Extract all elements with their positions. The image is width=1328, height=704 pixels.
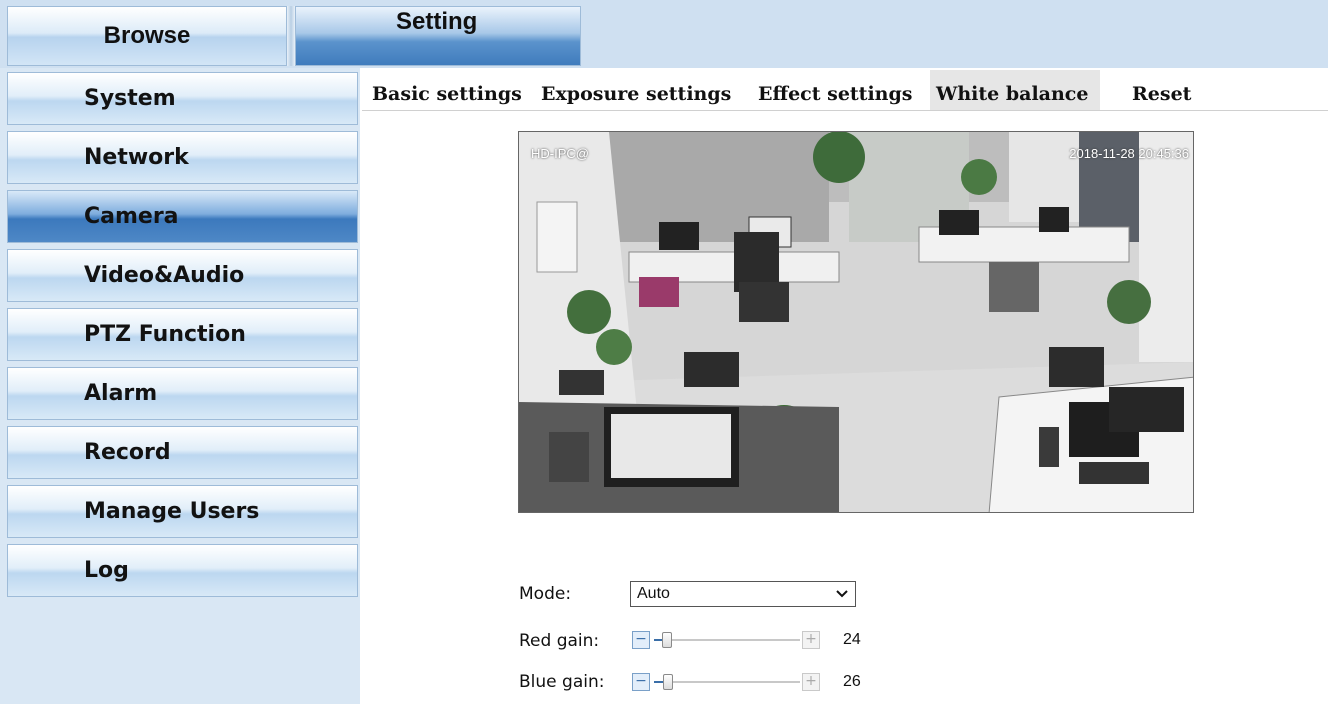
red-gain-value: 24 xyxy=(843,631,861,648)
red-gain-fill xyxy=(654,639,662,641)
blue-gain-decrease-button[interactable]: − xyxy=(632,673,650,691)
sidebar-item-manage-users[interactable]: Manage Users xyxy=(7,485,358,538)
sidebar-item-ptz-function[interactable]: PTZ Function xyxy=(7,308,358,361)
video-preview[interactable]: HD-IPC@ 2018-11-28 20:45:36 xyxy=(518,131,1194,513)
blue-gain-track[interactable] xyxy=(654,674,800,690)
minus-icon: − xyxy=(635,631,647,647)
tab-effect-settings[interactable]: Effect settings xyxy=(758,70,912,110)
sidebar-item-alarm[interactable]: Alarm xyxy=(7,367,358,420)
blue-gain-slider[interactable]: − + xyxy=(632,671,822,693)
camera-sub-tabs: Basic settings Exposure settings Effect … xyxy=(362,70,1328,111)
sidebar-item-system[interactable]: System xyxy=(7,72,358,125)
red-gain-thumb[interactable] xyxy=(662,632,672,648)
red-gain-track[interactable] xyxy=(654,632,800,648)
red-gain-decrease-button[interactable]: − xyxy=(632,631,650,649)
office-scene-image xyxy=(519,132,1193,512)
red-gain-slider[interactable]: − + xyxy=(632,629,822,651)
plus-icon: + xyxy=(805,673,817,689)
tab-white-balance[interactable]: White balance xyxy=(930,70,1100,110)
sidebar-item-camera[interactable]: Camera xyxy=(7,190,358,243)
mode-label: Mode: xyxy=(519,584,572,604)
blue-gain-value: 26 xyxy=(843,673,861,690)
sidebar-item-video-audio[interactable]: Video&Audio xyxy=(7,249,358,302)
tab-browse[interactable]: Browse xyxy=(7,6,287,66)
tab-exposure-settings[interactable]: Exposure settings xyxy=(541,70,731,110)
sidebar-item-log[interactable]: Log xyxy=(7,544,358,597)
mode-select-value: Auto xyxy=(637,585,670,602)
minus-icon: − xyxy=(635,673,647,689)
osd-timestamp: 2018-11-28 20:45:36 xyxy=(1069,146,1189,161)
red-gain-increase-button[interactable]: + xyxy=(802,631,820,649)
red-gain-label: Red gain: xyxy=(519,631,600,651)
tab-divider xyxy=(287,6,295,66)
tab-setting[interactable]: Setting xyxy=(295,6,581,66)
tab-browse-label: Browse xyxy=(103,22,191,49)
blue-gain-increase-button[interactable]: + xyxy=(802,673,820,691)
tab-basic-settings[interactable]: Basic settings xyxy=(372,70,522,110)
top-bar: Browse Setting xyxy=(0,0,1328,68)
plus-icon: + xyxy=(805,631,817,647)
tab-reset[interactable]: Reset xyxy=(1132,70,1191,110)
sidebar-item-network[interactable]: Network xyxy=(7,131,358,184)
sidebar-item-record[interactable]: Record xyxy=(7,426,358,479)
osd-camera-name: HD-IPC@ xyxy=(531,146,589,161)
sidebar: System Network Camera Video&Audio PTZ Fu… xyxy=(0,68,360,704)
blue-gain-fill xyxy=(654,681,663,683)
tab-setting-label: Setting xyxy=(396,8,478,35)
blue-gain-thumb[interactable] xyxy=(663,674,673,690)
chevron-down-icon xyxy=(835,582,849,614)
blue-gain-label: Blue gain: xyxy=(519,672,605,692)
mode-select[interactable]: Auto xyxy=(630,581,856,607)
